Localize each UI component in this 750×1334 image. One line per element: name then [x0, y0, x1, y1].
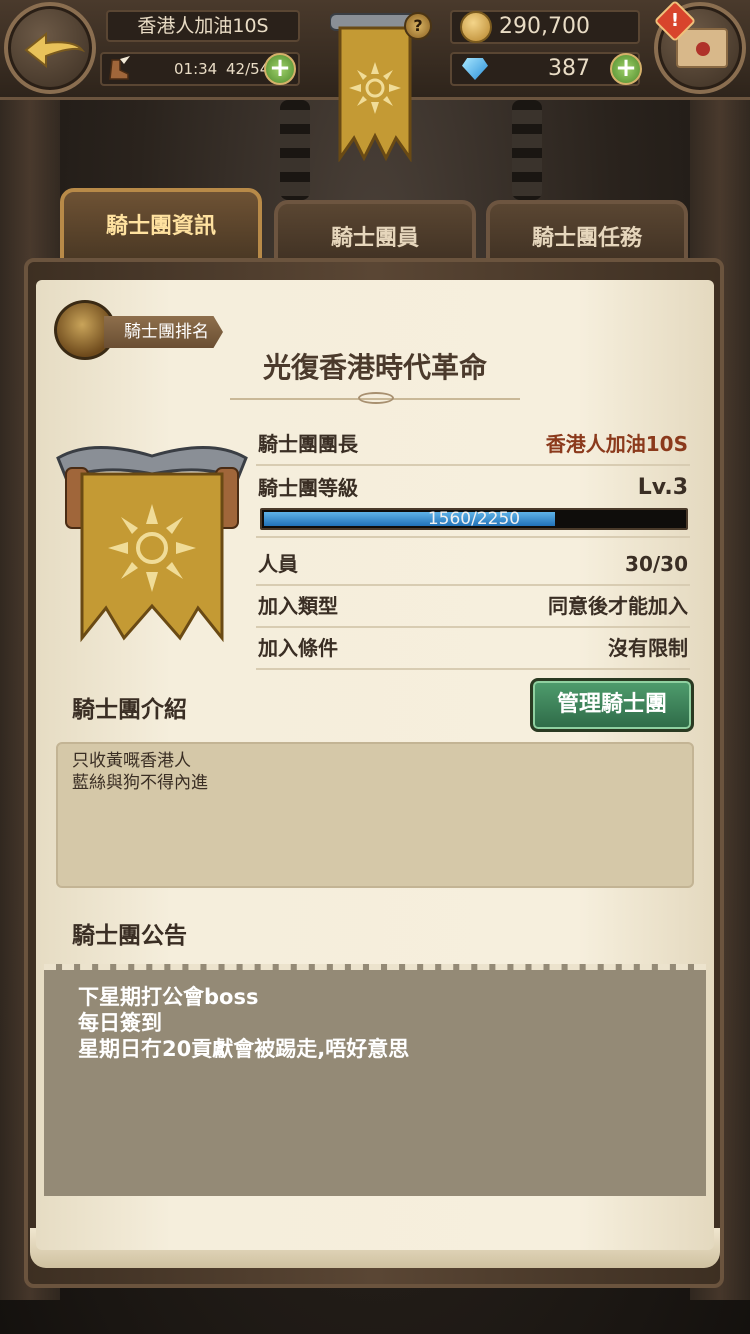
intro-text-box: 只收黃嘅香港人 藍絲與狗不得內進: [56, 742, 694, 888]
level-value: Lv.3: [637, 475, 688, 500]
level-label: 騎士團等級: [258, 476, 358, 500]
notice-line: 下星期打公會boss: [78, 985, 259, 1009]
guild-rank-button[interactable]: 騎士團排名: [54, 300, 234, 360]
leader-row: 騎士團團長 香港人加油10S: [256, 424, 690, 466]
guild-emblem-icon: [56, 446, 248, 643]
tab-guild-info[interactable]: 騎士團資訊: [60, 188, 262, 264]
stamina-value: 42/54: [226, 60, 270, 78]
divider-ornament: [358, 392, 394, 404]
gem-icon: [462, 58, 488, 80]
notice-heading: 騎士團公告: [72, 923, 187, 949]
player-name: 香港人加油10S: [106, 10, 300, 42]
notice-text-box: 下星期打公會boss 每日簽到 星期日冇20貢獻會被踢走,唔好意思: [44, 964, 706, 1196]
gold-coin-icon: [460, 11, 492, 43]
add-gems-button[interactable]: +: [610, 53, 642, 85]
resource-panel: 290,700 387 +: [450, 6, 648, 92]
chain-decoration: [280, 100, 310, 200]
intro-heading: 騎士團介紹: [72, 697, 187, 723]
chain-decoration: [512, 100, 542, 200]
join-condition-value: 沒有限制: [608, 636, 688, 660]
leader-name[interactable]: 香港人加油10S: [546, 424, 688, 464]
intro-line: 只收黃嘅香港人: [72, 751, 191, 771]
join-condition-row: 加入條件 沒有限制: [256, 628, 690, 670]
intro-line: 藍絲與狗不得內進: [72, 773, 208, 793]
boot-icon: [109, 56, 130, 80]
manage-guild-button[interactable]: 管理騎士團: [530, 678, 694, 732]
join-condition-label: 加入條件: [258, 636, 338, 660]
members-label: 人員: [258, 552, 298, 576]
help-button[interactable]: ?: [404, 12, 432, 40]
back-button[interactable]: [4, 2, 96, 94]
join-type-row: 加入類型 同意後才能加入: [256, 586, 690, 628]
gold-amount: 290,700: [499, 14, 590, 39]
join-type-value: 同意後才能加入: [548, 594, 688, 618]
envelope-icon: [676, 28, 728, 68]
rank-label: 騎士團排名: [104, 316, 223, 348]
gold-bar: 290,700: [450, 10, 640, 44]
gem-amount: 387: [548, 56, 590, 81]
stamina-timer: 01:34: [174, 60, 218, 78]
notice-line: 星期日冇20貢獻會被踢走,唔好意思: [78, 1037, 410, 1061]
leader-label: 騎士團團長: [258, 432, 358, 456]
members-row: 人員 30/30: [256, 544, 690, 586]
join-type-label: 加入類型: [258, 594, 338, 618]
members-value: 30/30: [625, 552, 688, 576]
xp-progress-bar: 1560/2250: [260, 508, 688, 530]
back-arrow-icon: [24, 32, 86, 68]
xp-text: 1560/2250: [427, 509, 521, 529]
notice-line: 每日簽到: [78, 1011, 162, 1035]
add-stamina-button[interactable]: +: [264, 53, 296, 85]
guild-name: 光復香港時代革命: [262, 351, 487, 384]
player-panel: 香港人加油10S 01:34 42/54 +: [100, 6, 310, 92]
